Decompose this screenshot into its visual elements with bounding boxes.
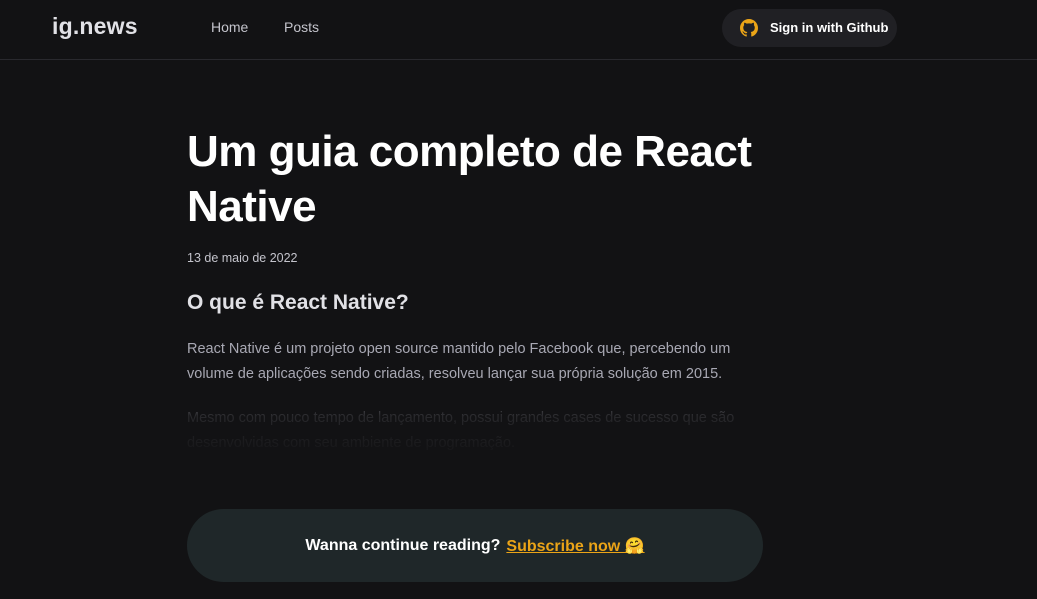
paragraph: Mesmo com pouco tempo de lançamento, pos… <box>187 410 735 451</box>
logo[interactable]: ig.news <box>52 13 138 40</box>
article-title: Um guia completo de React Native <box>187 127 752 231</box>
sign-in-label: Sign in with Github <box>770 20 889 35</box>
nav-posts-link[interactable]: Posts <box>284 19 319 35</box>
article-date: 13 de maio de 2022 <box>187 251 298 265</box>
continue-reading-text: Wanna continue reading? <box>305 536 501 554</box>
section-heading: O que é React Native? <box>187 291 409 314</box>
header: ig.news Home Posts Sign in with Github <box>0 0 1037 60</box>
continue-reading-banner: Wanna continue reading? Subscribe now 🤗 <box>187 509 763 582</box>
subscribe-now-link[interactable]: Subscribe now 🤗 <box>506 536 644 556</box>
paragraph: React Native é um projeto open source ma… <box>187 341 731 382</box>
sign-in-github-button[interactable]: Sign in with Github <box>722 9 897 47</box>
github-icon <box>740 19 758 37</box>
nav-home-link[interactable]: Home <box>211 19 248 35</box>
